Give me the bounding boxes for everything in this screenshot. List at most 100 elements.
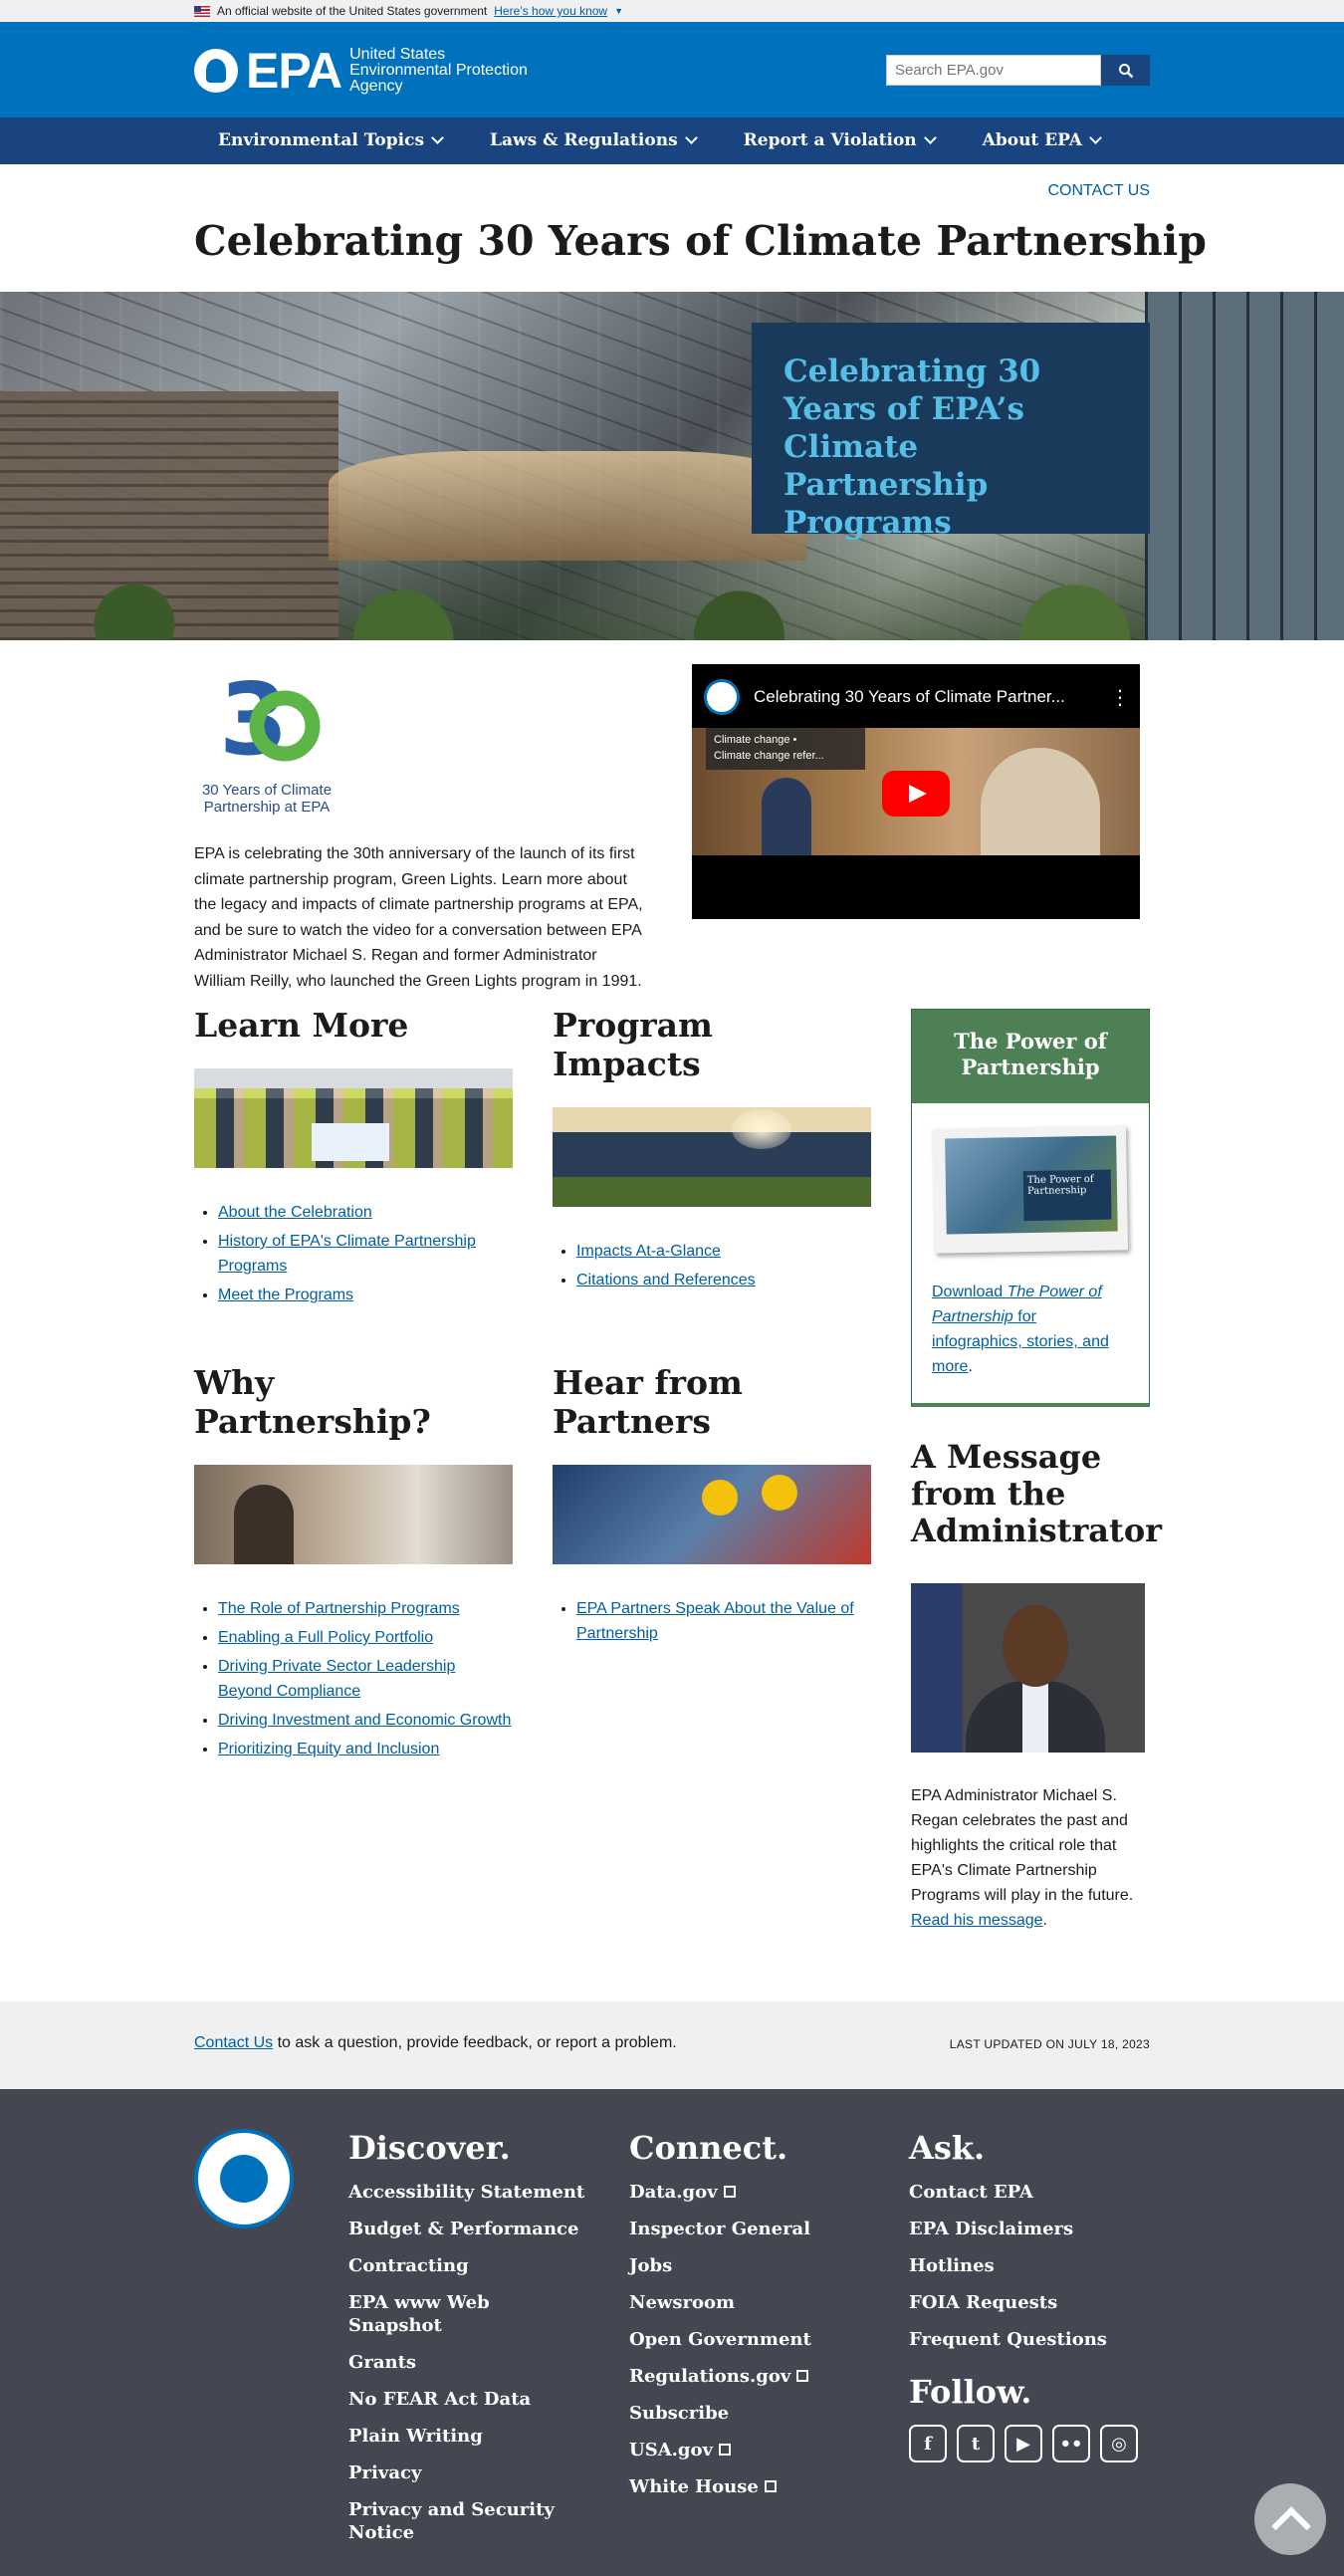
- nav-about-epa[interactable]: About EPA: [959, 117, 1124, 163]
- nav-environmental-topics[interactable]: Environmental Topics: [194, 117, 466, 163]
- message-text: EPA Administrator Michael S. Regan celeb…: [911, 1787, 1134, 1929]
- report-thumbnail[interactable]: The Power of Partnership: [932, 1125, 1129, 1254]
- chevron-down-icon: [431, 131, 444, 144]
- footer-link[interactable]: Regulations.gov: [629, 2365, 888, 2388]
- link-partners-speak[interactable]: EPA Partners Speak About the Value of Pa…: [576, 1600, 854, 1642]
- link-equity[interactable]: Prioritizing Equity and Inclusion: [218, 1741, 439, 1757]
- epa-seal-icon: [194, 2129, 294, 2228]
- footer-link[interactable]: Subscribe: [629, 2402, 888, 2425]
- chevron-down-icon: [684, 131, 698, 144]
- footer-link[interactable]: Frequent Questions: [909, 2328, 1148, 2351]
- link-private-sector[interactable]: Driving Private Sector Leadership Beyond…: [218, 1658, 455, 1700]
- footer-link[interactable]: Privacy and Security Notice: [348, 2498, 587, 2544]
- page-title: Celebrating 30 Years of Climate Partners…: [194, 217, 1207, 265]
- link-impacts-at-a-glance[interactable]: Impacts At-a-Glance: [576, 1243, 721, 1260]
- team-photo: [194, 1068, 513, 1168]
- footer-link[interactable]: EPA www Web Snapshot: [348, 2291, 587, 2337]
- external-link-icon: [796, 2370, 809, 2382]
- footer-link[interactable]: Hotlines: [909, 2254, 1148, 2277]
- solar-panels-photo: [553, 1107, 871, 1207]
- footer-link[interactable]: EPA Disclaimers: [909, 2218, 1148, 2240]
- link-policy-portfolio[interactable]: Enabling a Full Policy Portfolio: [218, 1629, 433, 1646]
- footer-ask: Ask. Contact EPA EPA Disclaimers Hotline…: [909, 2129, 1148, 2462]
- logo-text: EPA: [246, 43, 342, 99]
- site-header: EPA United States Environmental Protecti…: [0, 22, 1344, 117]
- footer-link[interactable]: Grants: [348, 2351, 587, 2374]
- footer-link[interactable]: Plain Writing: [348, 2425, 587, 2448]
- footer-link[interactable]: Inspector General: [629, 2218, 888, 2240]
- more-options-icon[interactable]: ⋮: [1110, 685, 1130, 710]
- epa-logo[interactable]: EPA United States Environmental Protecti…: [194, 42, 528, 100]
- link-investment[interactable]: Driving Investment and Economic Growth: [218, 1712, 511, 1729]
- search-icon: [1118, 63, 1133, 78]
- section-title: Program Impacts: [553, 1006, 713, 1083]
- play-button[interactable]: [882, 771, 950, 817]
- footer-link[interactable]: Data.gov: [629, 2181, 888, 2204]
- footer-link[interactable]: Newsroom: [629, 2291, 888, 2314]
- chevron-down-icon: ▼: [614, 6, 624, 16]
- power-download-text: Download The Power of Partnership for in…: [932, 1284, 1109, 1375]
- nav-laws-regulations[interactable]: Laws & Regulations: [466, 117, 720, 163]
- footer-discover: Discover. Accessibility Statement Budget…: [348, 2129, 587, 2558]
- download-link[interactable]: Download The Power of Partnership for in…: [932, 1284, 1109, 1375]
- twitter-icon[interactable]: t: [957, 2425, 995, 2462]
- logo-subtitle: United States Environmental Protection A…: [349, 46, 528, 95]
- power-box-title: The Power of Partnership: [912, 1010, 1149, 1103]
- footer-link[interactable]: Accessibility Statement: [348, 2181, 587, 2204]
- contact-us-link[interactable]: CONTACT US: [1047, 182, 1150, 200]
- read-message-link[interactable]: Read his message: [911, 1912, 1043, 1929]
- back-to-top-button[interactable]: [1254, 2483, 1326, 2555]
- link-about-celebration[interactable]: About the Celebration: [218, 1204, 372, 1221]
- footer-link[interactable]: Open Government: [629, 2328, 888, 2351]
- intro-paragraph: EPA is celebrating the 30th anniversary …: [194, 845, 643, 990]
- playlist-overlay[interactable]: Climate change • Climate change refer...: [706, 728, 865, 770]
- facebook-icon[interactable]: f: [909, 2425, 947, 2462]
- footer-link[interactable]: FOIA Requests: [909, 2291, 1148, 2314]
- footer-link[interactable]: Contracting: [348, 2254, 587, 2277]
- section-title: Learn More: [194, 1006, 409, 1045]
- link-history[interactable]: History of EPA's Climate Partnership Pro…: [218, 1233, 476, 1275]
- link-citations[interactable]: Citations and References: [576, 1272, 756, 1288]
- link-role-programs[interactable]: The Role of Partnership Programs: [218, 1600, 460, 1617]
- footer-link[interactable]: Contact EPA: [909, 2181, 1148, 2204]
- partners-photo: [553, 1465, 871, 1564]
- gov-banner-text: An official website of the United States…: [217, 4, 488, 18]
- flickr-icon[interactable]: ••: [1052, 2425, 1090, 2462]
- hero-image: Celebrating 30 Years of EPA’s Climate Pa…: [0, 292, 1344, 640]
- footer-connect: Connect. Data.gov Inspector General Jobs…: [629, 2129, 888, 2512]
- footer-link[interactable]: USA.gov: [629, 2439, 888, 2461]
- instagram-icon[interactable]: ◎: [1100, 2425, 1138, 2462]
- footer-link[interactable]: Budget & Performance: [348, 2218, 587, 2240]
- social-icons: f t ▶ •• ◎: [909, 2425, 1148, 2462]
- footer-link[interactable]: Jobs: [629, 2254, 888, 2277]
- video-player[interactable]: Celebrating 30 Years of Climate Partner.…: [692, 664, 1140, 919]
- us-flag-icon: [194, 5, 210, 17]
- heres-how-you-know-link[interactable]: Here’s how you know: [494, 4, 607, 18]
- search-button[interactable]: [1101, 55, 1150, 86]
- external-link-icon: [718, 2444, 731, 2456]
- search-input[interactable]: [886, 55, 1101, 86]
- channel-avatar[interactable]: [704, 679, 740, 715]
- gov-banner: An official website of the United States…: [0, 0, 1344, 22]
- footer-link[interactable]: White House: [629, 2475, 888, 2498]
- power-of-partnership-box: The Power of Partnership The Power of Pa…: [911, 1009, 1150, 1407]
- section-title: Why Partnership?: [194, 1363, 431, 1441]
- search-form: [886, 55, 1150, 86]
- video-title[interactable]: Celebrating 30 Years of Climate Partner.…: [754, 687, 1065, 707]
- hero-title: Celebrating 30 Years of EPA’s Climate Pa…: [784, 353, 1041, 541]
- last-updated: LAST UPDATED ON JULY 18, 2023: [949, 2037, 1150, 2051]
- hear-partners-section: Hear from Partners EPA Partners Speak Ab…: [553, 1363, 871, 1650]
- section-title: Hear from Partners: [553, 1363, 743, 1441]
- link-meet-programs[interactable]: Meet the Programs: [218, 1287, 353, 1303]
- main-nav: Environmental Topics Laws & Regulations …: [0, 117, 1344, 164]
- contact-us-footer-link[interactable]: Contact Us: [194, 2034, 273, 2051]
- nav-report-violation[interactable]: Report a Violation: [720, 117, 959, 163]
- youtube-icon[interactable]: ▶: [1005, 2425, 1042, 2462]
- footer-link[interactable]: No FEAR Act Data: [348, 2388, 587, 2411]
- footer-link[interactable]: Privacy: [348, 2461, 587, 2484]
- meeting-photo: [194, 1465, 513, 1564]
- epa-flower-icon: [194, 49, 238, 93]
- contact-bar: Contact Us to ask a question, provide fe…: [0, 2001, 1344, 2089]
- administrator-photo: [911, 1583, 1145, 1753]
- chevron-down-icon: [1089, 131, 1102, 144]
